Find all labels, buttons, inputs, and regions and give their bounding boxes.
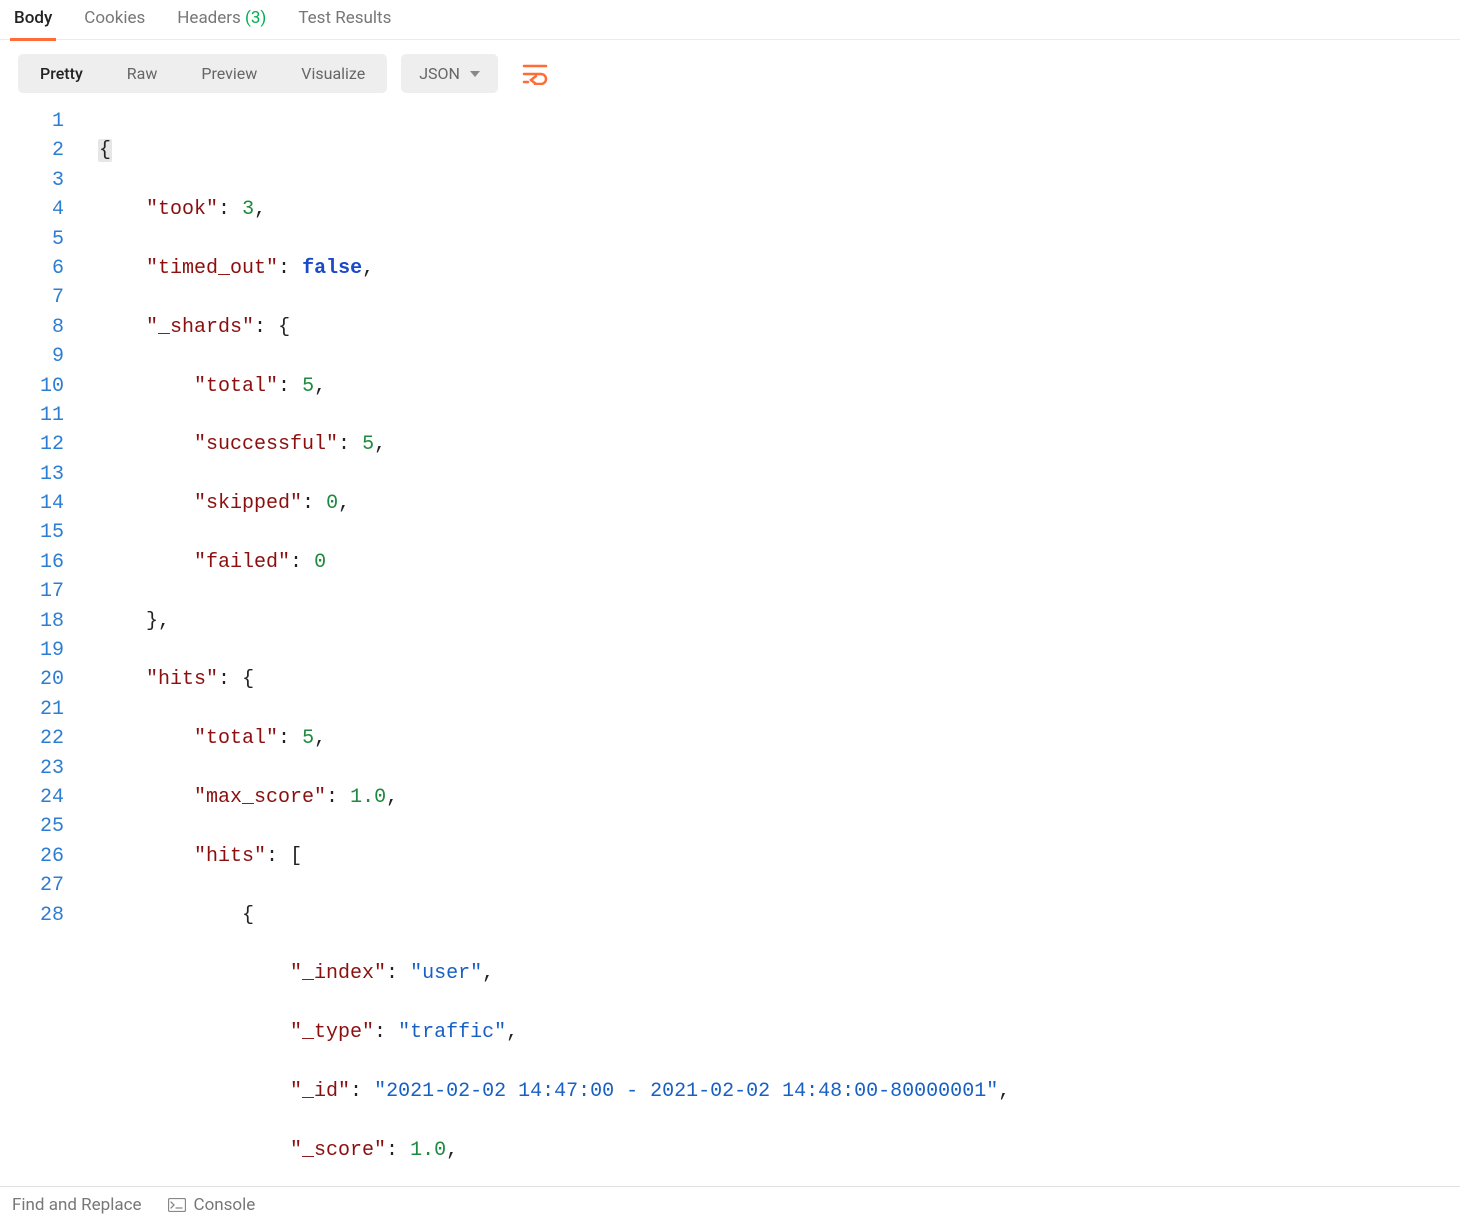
line-number: 10 [0,372,68,401]
line-number: 9 [0,342,68,371]
line-number: 27 [0,871,68,900]
line-number: 15 [0,518,68,547]
line-number: 5 [0,225,68,254]
line-number: 23 [0,754,68,783]
tab-headers[interactable]: Headers (3) [173,0,270,41]
line-number: 7 [0,283,68,312]
line-number: 4 [0,195,68,224]
wrap-lines-button[interactable] [512,55,558,93]
status-footer: Find and Replace Console [0,1186,1460,1222]
response-body-viewer[interactable]: 1 2 3 4 5 6 7 8 9 10 11 12 13 14 15 16 1… [0,107,1460,1186]
chevron-down-icon [470,71,480,77]
line-number: 28 [0,901,68,930]
view-pretty[interactable]: Pretty [18,54,105,93]
console-button[interactable]: Console [168,1195,256,1215]
line-number: 22 [0,724,68,753]
line-number: 25 [0,812,68,841]
line-number: 18 [0,607,68,636]
line-number: 24 [0,783,68,812]
view-raw[interactable]: Raw [105,54,180,93]
response-tabs: Body Cookies Headers (3) Test Results [0,0,1460,40]
format-label: JSON [419,64,460,83]
console-icon [168,1198,186,1212]
view-visualize[interactable]: Visualize [279,54,387,93]
tab-headers-count: (3) [245,8,266,28]
line-number: 1 [0,107,68,136]
console-label: Console [194,1195,256,1215]
line-number: 26 [0,842,68,871]
line-number: 3 [0,166,68,195]
code-content: { "took": 3, "timed_out": false, "_shard… [80,107,1460,1186]
line-number: 11 [0,401,68,430]
line-number: 14 [0,489,68,518]
line-number: 2 [0,136,68,165]
wrap-lines-icon [522,63,548,85]
line-number: 12 [0,430,68,459]
view-preview[interactable]: Preview [179,54,279,93]
find-replace-button[interactable]: Find and Replace [12,1195,142,1215]
format-dropdown[interactable]: JSON [401,54,498,93]
line-number: 16 [0,548,68,577]
line-number: 20 [0,665,68,694]
view-mode-group: Pretty Raw Preview Visualize [18,54,387,93]
line-number: 8 [0,313,68,342]
tab-test-results[interactable]: Test Results [294,0,395,41]
tab-body[interactable]: Body [10,0,56,41]
line-number: 17 [0,577,68,606]
tab-cookies[interactable]: Cookies [80,0,149,41]
line-number: 21 [0,695,68,724]
line-gutter: 1 2 3 4 5 6 7 8 9 10 11 12 13 14 15 16 1… [0,107,80,1186]
line-number: 6 [0,254,68,283]
tab-headers-label: Headers [177,8,241,28]
find-replace-label: Find and Replace [12,1195,142,1215]
body-toolbar: Pretty Raw Preview Visualize JSON [0,40,1460,107]
line-number: 19 [0,636,68,665]
line-number: 13 [0,460,68,489]
